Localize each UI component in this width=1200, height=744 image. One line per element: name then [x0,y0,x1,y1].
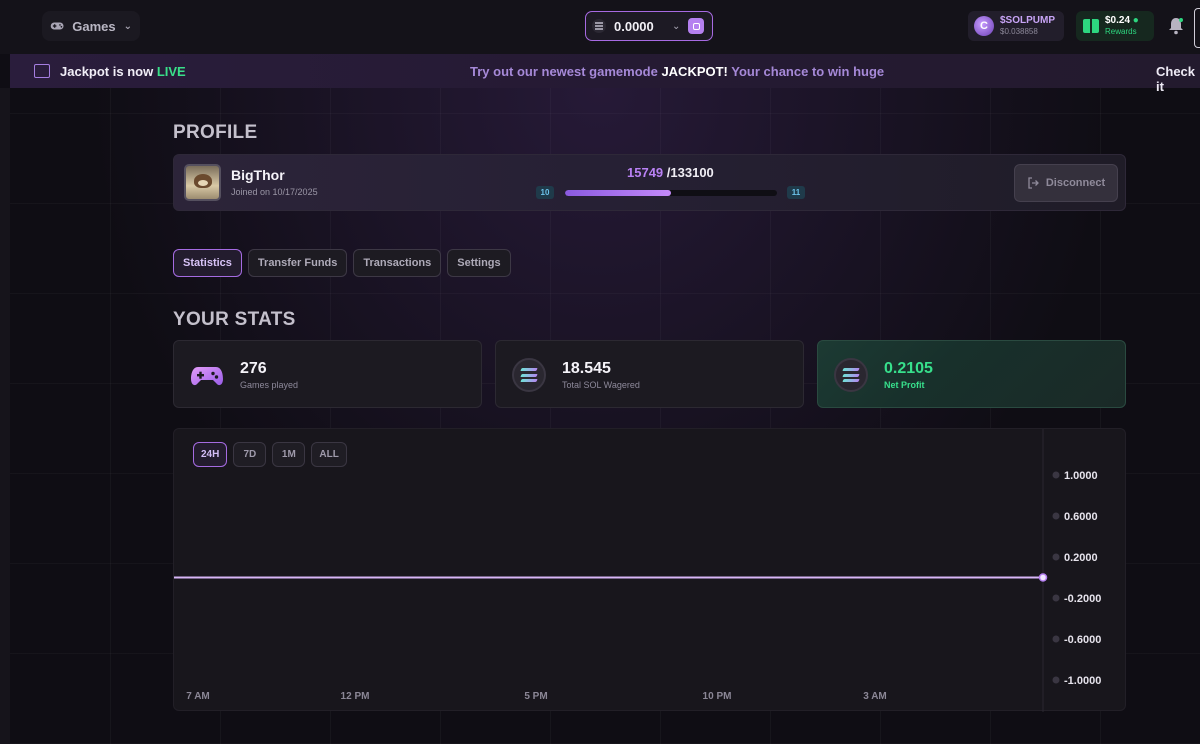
y-tick-label: 1.0000 [1064,470,1098,482]
y-tick: -0.6000 [1052,634,1101,646]
gamepad-icon [190,358,224,392]
total-wagered-value: 18.545 [562,360,611,377]
x-tick-label: 7 AM [186,691,210,702]
stat-card-games: 276 Games played [173,340,482,408]
joined-date: Joined on 10/17/2025 [231,187,318,197]
y-tick-label: 0.6000 [1064,511,1098,523]
avatar [184,164,221,201]
net-profit-label: Net Profit [884,380,925,390]
y-tick-label: -0.2000 [1064,593,1101,605]
net-profit-value: 0.2105 [884,360,933,377]
level-next-badge: 11 [787,186,805,199]
profile-card: BigThor Joined on 10/17/2025 15749 /1331… [173,154,1126,211]
x-tick-label: 10 PM [703,691,732,702]
latest-point[interactable] [1038,573,1048,582]
x-tick-label: 5 PM [524,691,547,702]
profit-chart-card: 24H 7D 1M ALL 1.0000 0.6000 0.2000 -0.2000-… [173,428,1127,712]
y-tick: 1.0000 [1052,470,1098,482]
y-tick-label: 0.2000 [1064,552,1098,564]
stat-card-profit: 0.2105 Net Profit [817,340,1126,408]
sol-icon [834,358,868,392]
sol-tick-icon [1052,553,1060,561]
x-tick-label: 12 PM [341,691,370,702]
sol-tick-icon [1052,471,1060,479]
sol-tick-icon [1052,635,1060,643]
y-tick-label: -1.0000 [1064,675,1101,687]
profile-tabs: Statistics Transfer Funds Transactions S… [173,249,511,277]
sol-tick-icon [1052,512,1060,520]
xp-progress-text: 15749 /133100 [627,165,714,180]
logout-icon [1028,177,1039,189]
disconnect-label: Disconnect [1045,177,1106,189]
sol-tick-icon [1052,594,1060,602]
sol-icon [512,358,546,392]
sol-tick-icon [1052,676,1060,684]
xp-current: 15749 [627,165,664,180]
y-tick-label: -0.6000 [1064,634,1101,646]
main-content: PROFILE BigThor Joined on 10/17/2025 157… [0,0,1200,744]
stats-heading: YOUR STATS [173,309,296,330]
x-tick-label: 3 AM [863,691,887,702]
games-played-value: 276 [240,360,267,377]
username: BigThor [231,167,285,183]
y-tick: -0.2000 [1052,593,1101,605]
tab-transfer-funds[interactable]: Transfer Funds [247,249,348,277]
games-played-label: Games played [240,380,299,390]
disconnect-button[interactable]: Disconnect [1014,164,1118,202]
level-progress-fill [565,190,671,196]
tab-transactions[interactable]: Transactions [353,249,442,277]
xp-total: /133100 [666,165,714,180]
level-current-badge: 10 [536,186,554,199]
y-tick: 0.2000 [1052,552,1098,564]
stat-card-wagered: 18.545 Total SOL Wagered [495,340,804,408]
level-progress-bar [565,190,777,196]
total-wagered-label: Total SOL Wagered [562,380,640,390]
tab-settings[interactable]: Settings [447,249,511,277]
profile-heading: PROFILE [173,122,258,143]
y-tick: -1.0000 [1052,675,1101,687]
y-tick: 0.6000 [1052,511,1098,523]
profit-chart[interactable]: 1.0000 0.6000 0.2000 -0.2000 -0.6000 -1.0000 7… [174,429,1127,712]
tab-statistics[interactable]: Statistics [173,249,242,277]
